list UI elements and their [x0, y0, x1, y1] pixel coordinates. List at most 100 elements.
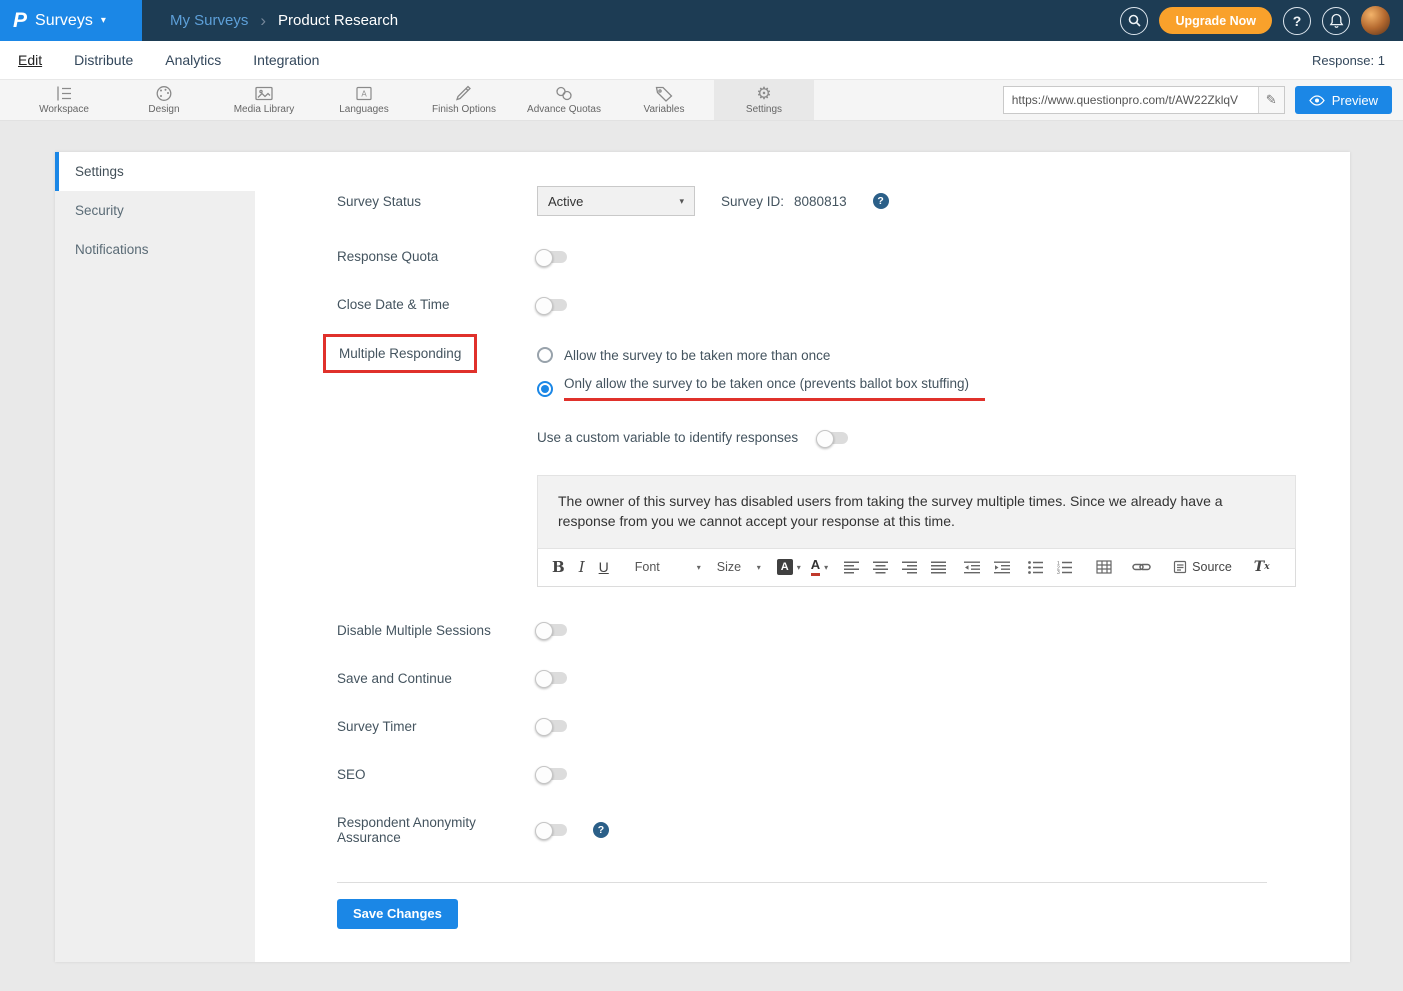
palette-icon: [154, 85, 174, 102]
disabled-message-textarea[interactable]: The owner of this survey has disabled us…: [537, 475, 1296, 549]
upgrade-now-button[interactable]: Upgrade Now: [1159, 7, 1272, 34]
toolbar-item-label: Design: [148, 104, 179, 115]
breadcrumb-separator-icon: ›: [260, 11, 266, 31]
survey-id-value: 8080813: [794, 194, 847, 209]
breadcrumb-my-surveys[interactable]: My Surveys: [170, 12, 248, 29]
search-button[interactable]: [1120, 7, 1148, 35]
edit-url-button[interactable]: ✎: [1258, 87, 1284, 113]
underline-button[interactable]: U: [599, 559, 609, 575]
breadcrumb-current-survey: Product Research: [278, 12, 398, 29]
radio-option-only-once[interactable]: Only allow the survey to be taken once (…: [537, 376, 985, 401]
notifications-button[interactable]: [1322, 7, 1350, 35]
align-right-button[interactable]: [902, 561, 917, 574]
bulleted-list-button[interactable]: [1028, 561, 1043, 574]
multiple-responding-options: Allow the survey to be taken more than o…: [537, 345, 985, 401]
close-date-time-row: Close Date & Time: [337, 297, 1350, 312]
save-and-continue-toggle[interactable]: [537, 672, 567, 684]
form-divider: [337, 882, 1267, 883]
svg-text:3: 3: [1057, 570, 1060, 574]
preview-button[interactable]: Preview: [1295, 86, 1392, 114]
app-name: Surveys: [35, 12, 93, 30]
align-left-button[interactable]: [844, 561, 859, 574]
sidebar-item-security[interactable]: Security: [55, 191, 255, 230]
toolbar-item-advance-quotas[interactable]: Advance Quotas: [514, 80, 614, 120]
radio-selected-icon[interactable]: [537, 381, 553, 397]
respondent-anonymity-help-icon[interactable]: ?: [593, 822, 609, 838]
help-button[interactable]: ?: [1283, 7, 1311, 35]
settings-form: Survey Status Active ▾ Survey ID: 808081…: [255, 152, 1350, 962]
bold-button[interactable]: B: [552, 558, 565, 576]
background-color-button[interactable]: A ▾: [777, 559, 801, 575]
align-right-icon: [902, 561, 917, 574]
sidebar-item-settings[interactable]: Settings: [55, 152, 255, 191]
survey-url-box: ✎: [1003, 86, 1285, 114]
insert-link-button[interactable]: [1132, 561, 1151, 573]
close-date-time-toggle[interactable]: [537, 299, 567, 311]
app-switcher[interactable]: P Surveys ▾: [0, 0, 142, 41]
radio-unselected-icon[interactable]: [537, 347, 553, 363]
survey-url-input[interactable]: [1004, 93, 1258, 107]
justify-button[interactable]: [931, 561, 946, 574]
align-center-icon: [873, 561, 888, 574]
outdent-button[interactable]: [964, 561, 980, 574]
breadcrumb: My Surveys › Product Research: [170, 11, 398, 31]
toolbar-item-variables[interactable]: Variables: [614, 80, 714, 120]
disable-multiple-sessions-toggle[interactable]: [537, 624, 567, 636]
chevron-down-icon: ▾: [697, 563, 701, 572]
close-date-time-label: Close Date & Time: [337, 297, 537, 312]
toolbar-item-finish-options[interactable]: Finish Options: [414, 80, 514, 120]
preview-button-label: Preview: [1332, 93, 1378, 108]
text-color-button[interactable]: A ▾: [811, 558, 828, 575]
align-center-button[interactable]: [873, 561, 888, 574]
insert-table-button[interactable]: [1096, 560, 1112, 574]
justify-icon: [931, 561, 946, 574]
toolbar-item-languages[interactable]: A Languages: [314, 80, 414, 120]
toolbar-item-label: Languages: [339, 104, 389, 115]
remove-format-button[interactable]: Tx: [1254, 559, 1270, 575]
gear-icon: ⚙: [756, 85, 771, 102]
chevron-down-icon: ▾: [757, 563, 761, 572]
indent-button[interactable]: [994, 561, 1010, 574]
seo-toggle[interactable]: [537, 768, 567, 780]
font-dropdown[interactable]: Font ▾: [635, 560, 701, 574]
rich-text-editor-toolbar: B I U Font ▾ Size ▾ A ▾ A ▾: [537, 549, 1296, 587]
tab-edit[interactable]: Edit: [18, 52, 42, 68]
text-color-icon: A: [811, 558, 820, 575]
toolbar-item-label: Finish Options: [432, 104, 496, 115]
sidebar-item-label: Notifications: [75, 242, 149, 257]
image-icon: [254, 85, 274, 102]
tab-analytics[interactable]: Analytics: [165, 52, 221, 68]
survey-id-help-icon[interactable]: ?: [873, 193, 889, 209]
sidebar-item-notifications[interactable]: Notifications: [55, 230, 255, 269]
questionpro-logo: P: [13, 10, 27, 31]
bulleted-list-icon: [1028, 561, 1043, 574]
survey-status-select[interactable]: Active ▾: [537, 186, 695, 216]
custom-variable-toggle[interactable]: [818, 432, 848, 444]
save-changes-button[interactable]: Save Changes: [337, 899, 458, 929]
user-avatar[interactable]: [1361, 6, 1390, 35]
respondent-anonymity-row: Respondent Anonymity Assurance ?: [337, 815, 1350, 845]
source-button[interactable]: Source: [1173, 560, 1232, 574]
custom-variable-label: Use a custom variable to identify respon…: [537, 430, 798, 445]
respondent-anonymity-toggle[interactable]: [537, 824, 567, 836]
toolbar-item-settings[interactable]: ⚙ Settings: [714, 80, 814, 120]
tab-distribute[interactable]: Distribute: [74, 52, 133, 68]
toolbar-item-design[interactable]: Design: [114, 80, 214, 120]
survey-timer-toggle[interactable]: [537, 720, 567, 732]
response-quota-toggle[interactable]: [537, 251, 567, 263]
size-dropdown-label: Size: [717, 560, 741, 574]
bell-icon: [1329, 13, 1344, 29]
multiple-responding-highlight-box: Multiple Responding: [323, 334, 477, 373]
tab-integration[interactable]: Integration: [253, 52, 319, 68]
toolbar-item-media-library[interactable]: Media Library: [214, 80, 314, 120]
toolbar-item-label: Media Library: [234, 104, 295, 115]
multiple-responding-row: Multiple Responding Allow the survey to …: [337, 345, 1350, 401]
radio-option-more-than-once[interactable]: Allow the survey to be taken more than o…: [537, 347, 985, 363]
numbered-list-button[interactable]: 123: [1057, 561, 1072, 574]
sidebar-item-label: Security: [75, 203, 124, 218]
italic-button[interactable]: I: [579, 558, 585, 576]
disable-multiple-sessions-row: Disable Multiple Sessions: [337, 623, 1350, 638]
toolbar-item-workspace[interactable]: Workspace: [14, 80, 114, 120]
source-icon: [1173, 560, 1187, 574]
size-dropdown[interactable]: Size ▾: [717, 560, 761, 574]
